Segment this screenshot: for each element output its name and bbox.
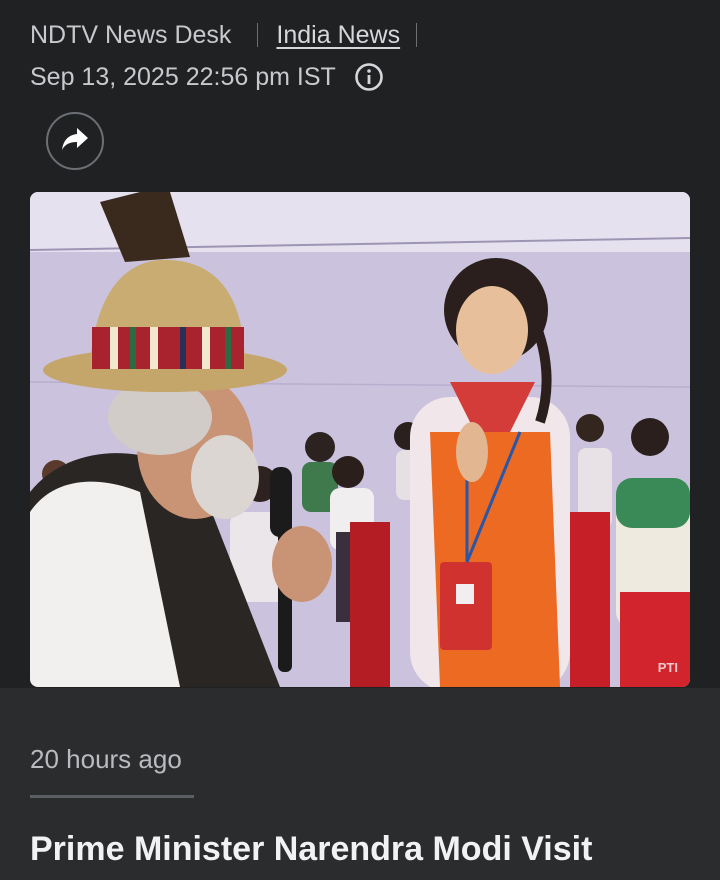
byline-divider (257, 23, 259, 47)
time-ago-underline (30, 795, 194, 798)
byline-divider (416, 23, 418, 47)
photo-credit: PTI (657, 660, 678, 675)
time-ago: 20 hours ago (30, 744, 182, 774)
article-header: NDTV News Desk India News Sep 13, 2025 2… (0, 0, 720, 688)
share-button[interactable] (46, 112, 104, 170)
info-icon[interactable] (354, 62, 384, 92)
dateline: Sep 13, 2025 22:56 pm IST (30, 60, 384, 94)
article-photo[interactable]: PTI (30, 192, 690, 687)
share-icon (60, 126, 90, 157)
publish-timestamp: Sep 13, 2025 22:56 pm IST (30, 62, 336, 91)
author-name: NDTV News Desk (30, 20, 232, 49)
article-headline[interactable]: Prime Minister Narendra Modi Visit (30, 830, 592, 869)
category-link[interactable]: India News (276, 21, 400, 50)
byline: NDTV News Desk India News (30, 18, 418, 52)
